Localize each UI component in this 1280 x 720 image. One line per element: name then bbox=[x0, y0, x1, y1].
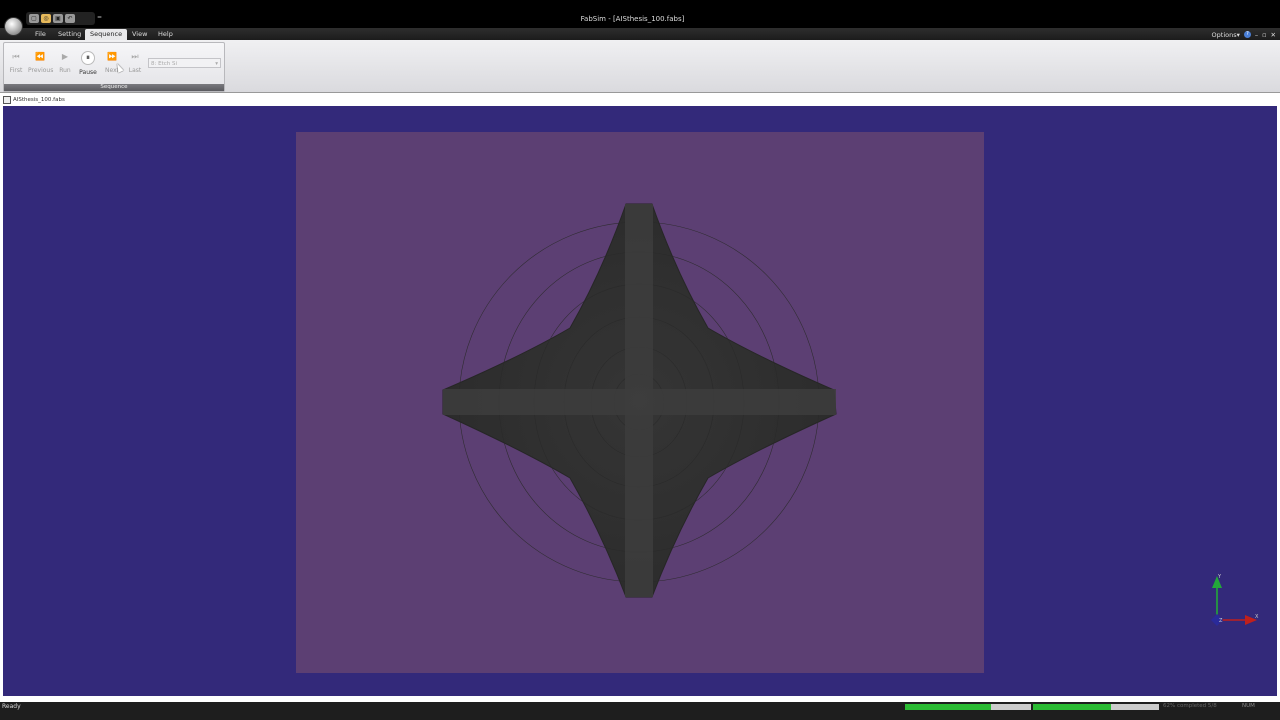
window-controls: Options▾ ? – ▫ ✕ bbox=[1212, 29, 1276, 40]
status-bar: Ready 62% completed 5/8 NUM bbox=[0, 702, 1280, 720]
progress-fill-primary bbox=[905, 704, 991, 710]
tab-file[interactable]: File bbox=[30, 29, 51, 40]
first-button[interactable]: ⏮ First bbox=[4, 46, 28, 78]
cross-horizontal bbox=[443, 389, 836, 415]
tab-help[interactable]: Help bbox=[153, 29, 178, 40]
status-text: Ready bbox=[2, 703, 21, 710]
pause-icon: ⏸ bbox=[81, 51, 95, 65]
previous-button[interactable]: ⏪ Previous bbox=[28, 46, 54, 78]
chevron-down-icon: ▾ bbox=[215, 61, 218, 67]
chevron-down-icon: ▾ bbox=[1236, 30, 1240, 39]
progress-label: 62% completed 5/8 bbox=[1163, 703, 1217, 709]
window-title: FabSim - [AISthesis_100.fabs] bbox=[580, 15, 685, 23]
options-label: Options bbox=[1211, 30, 1237, 39]
progress-bar-primary bbox=[905, 704, 1031, 710]
tab-setting[interactable]: Setting bbox=[53, 29, 86, 40]
restore-icon[interactable]: ▫ bbox=[1262, 31, 1266, 39]
fast-forward-icon: ⏩ bbox=[107, 52, 117, 61]
sequence-group: ⏮ First ⏪ Previous ▶ Run ⏸ Pause ⏩ Next … bbox=[3, 42, 225, 92]
options-menu[interactable]: Options▾ bbox=[1212, 31, 1240, 39]
ribbon: ⏮ First ⏪ Previous ▶ Run ⏸ Pause ⏩ Next … bbox=[0, 40, 1280, 93]
run-button[interactable]: ▶ Run bbox=[53, 46, 77, 78]
group-label: Sequence bbox=[4, 84, 224, 91]
step-select[interactable]: 8: Etch Si ▾ bbox=[148, 58, 221, 68]
next-button[interactable]: ⏩ Next bbox=[100, 46, 124, 78]
help-icon[interactable]: ? bbox=[1243, 31, 1251, 38]
tab-sequence[interactable]: Sequence bbox=[85, 29, 128, 40]
skip-first-icon: ⏮ bbox=[12, 52, 20, 61]
previous-label: Previous bbox=[28, 67, 54, 74]
document-tab[interactable]: AISthesis_100.fabs bbox=[3, 95, 65, 104]
skip-last-icon: ⏭ bbox=[131, 52, 139, 61]
etched-shape-render bbox=[442, 203, 837, 598]
progress-fill-secondary bbox=[1033, 704, 1112, 710]
step-select-value: 8: Etch Si bbox=[151, 61, 178, 67]
last-label: Last bbox=[128, 67, 142, 74]
close-icon[interactable]: ✕ bbox=[1271, 31, 1276, 39]
document-icon bbox=[3, 95, 11, 104]
rewind-icon: ⏪ bbox=[35, 52, 45, 61]
axis-y-label: Y bbox=[1217, 574, 1222, 580]
progress-bar-secondary bbox=[1033, 704, 1159, 710]
application-menu-button[interactable] bbox=[4, 17, 23, 36]
run-label: Run bbox=[59, 67, 71, 74]
last-button[interactable]: ⏭ Last bbox=[123, 46, 147, 78]
num-lock-indicator: NUM bbox=[1242, 703, 1255, 709]
3d-viewport[interactable]: Y X Z bbox=[3, 106, 1277, 696]
title-bar: ▢ ◎ ▣ ↶ = FabSim - [AISthesis_100.fabs] bbox=[0, 0, 1280, 28]
substrate-plane bbox=[296, 132, 984, 673]
axis-z-label: Z bbox=[1219, 618, 1223, 624]
document-tab-label: AISthesis_100.fabs bbox=[13, 96, 65, 103]
minimize-icon[interactable]: – bbox=[1255, 31, 1258, 39]
first-label: First bbox=[9, 67, 23, 74]
pause-label: Pause bbox=[79, 69, 97, 76]
axis-x-label: X bbox=[1255, 614, 1259, 620]
tab-view[interactable]: View bbox=[127, 29, 152, 40]
menu-bar: File Setting Sequence View Help Options▾… bbox=[0, 28, 1280, 40]
play-icon: ▶ bbox=[61, 52, 69, 61]
pause-button[interactable]: ⏸ Pause bbox=[76, 46, 100, 78]
axis-triad: Y X Z bbox=[1211, 574, 1259, 626]
